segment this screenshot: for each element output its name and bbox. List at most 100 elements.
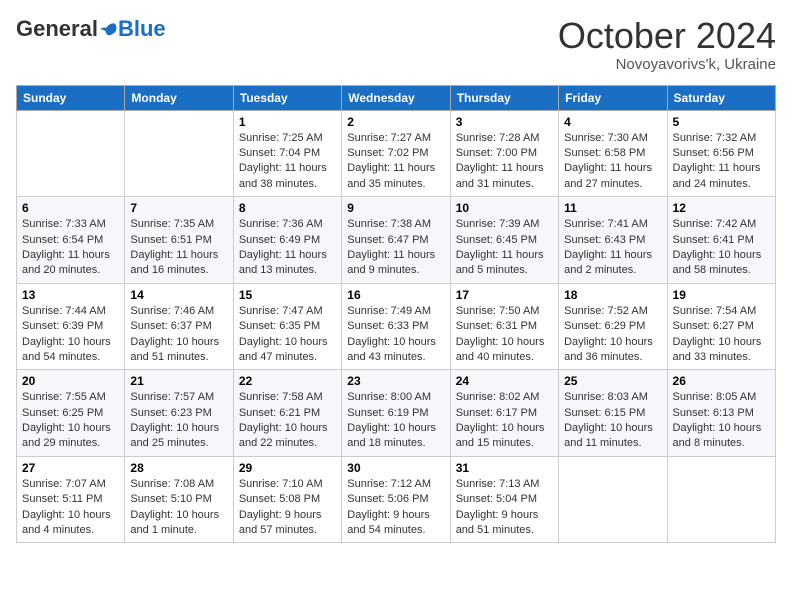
calendar-week-row: 6 Sunrise: 7:33 AMSunset: 6:54 PMDaylight… [17,197,776,284]
calendar-cell: 18Sunrise: 7:52 AMSunset: 6:29 PMDayligh… [559,283,667,370]
day-info: Sunrise: 8:03 AMSunset: 6:15 PMDaylight:… [564,390,661,452]
day-info: Sunrise: 7:36 AMSunset: 6:49 PMDaylight:… [239,217,336,279]
day-number: 11 [564,201,661,215]
day-number: 12 [673,201,770,215]
weekday-header-tuesday: Tuesday [233,85,341,110]
calendar-cell: 17 Sunrise: 7:50 AMSunset: 6:31 PMDayligh… [450,283,558,370]
month-title: October 2024 [558,16,776,56]
day-info: Sunrise: 7:58 AMSunset: 6:21 PMDaylight:… [239,390,336,452]
day-number: 28 [130,461,227,475]
day-info: Sunrise: 7:50 AMSunset: 6:31 PMDaylight:… [456,304,553,366]
calendar-week-row: 20 Sunrise: 7:55 AMSunset: 6:25 PMDayligh… [17,370,776,457]
calendar-cell: 27 Sunrise: 7:07 AMSunset: 5:11 PMDayligh… [17,456,125,543]
day-info: Sunrise: 7:28 AMSunset: 7:00 PMDaylight:… [456,131,553,193]
day-info: Sunrise: 7:57 AMSunset: 6:23 PMDaylight:… [130,390,227,452]
day-number: 7 [130,201,227,215]
calendar-cell: 28 Sunrise: 7:08 AMSunset: 5:10 PMDayligh… [125,456,233,543]
day-info: Sunrise: 7:32 AMSunset: 6:56 PMDaylight:… [673,131,770,193]
calendar-cell [559,456,667,543]
day-number: 17 [456,288,553,302]
logo-general-text: General [16,16,98,42]
day-number: 23 [347,374,444,388]
day-info: Sunrise: 7:30 AMSunset: 6:58 PMDaylight:… [564,131,661,193]
logo: General Blue [16,16,166,42]
day-number: 4 [564,115,661,129]
day-info: Sunrise: 7:12 AMSunset: 5:06 PMDaylight:… [347,477,444,539]
day-info: Sunrise: 7:13 AMSunset: 5:04 PMDaylight:… [456,477,553,539]
weekday-header-sunday: Sunday [17,85,125,110]
calendar-cell: 12 Sunrise: 7:42 AMSunset: 6:41 PMDayligh… [667,197,775,284]
calendar-cell: 11Sunrise: 7:41 AMSunset: 6:43 PMDayligh… [559,197,667,284]
day-number: 24 [456,374,553,388]
logo-bird-icon [100,20,118,38]
day-number: 2 [347,115,444,129]
day-info: Sunrise: 7:52 AMSunset: 6:29 PMDaylight:… [564,304,661,366]
page-header: General Blue October 2024 Novoyavorivs'k… [16,16,776,73]
logo-blue-text: Blue [118,16,166,42]
day-info: Sunrise: 7:35 AMSunset: 6:51 PMDaylight:… [130,217,227,279]
calendar-body: 1 Sunrise: 7:25 AMSunset: 7:04 PMDaylight… [17,110,776,543]
day-info: Sunrise: 7:07 AMSunset: 5:11 PMDaylight:… [22,477,119,539]
calendar-cell: 9 Sunrise: 7:38 AMSunset: 6:47 PMDaylight… [342,197,450,284]
day-info: Sunrise: 7:46 AMSunset: 6:37 PMDaylight:… [130,304,227,366]
day-info: Sunrise: 7:44 AMSunset: 6:39 PMDaylight:… [22,304,119,366]
calendar-table: SundayMondayTuesdayWednesdayThursdayFrid… [16,85,776,544]
weekday-header-friday: Friday [559,85,667,110]
day-number: 30 [347,461,444,475]
day-info: Sunrise: 7:39 AMSunset: 6:45 PMDaylight:… [456,217,553,279]
day-number: 14 [130,288,227,302]
calendar-cell: 7 Sunrise: 7:35 AMSunset: 6:51 PMDaylight… [125,197,233,284]
calendar-cell: 20 Sunrise: 7:55 AMSunset: 6:25 PMDayligh… [17,370,125,457]
calendar-week-row: 13Sunrise: 7:44 AMSunset: 6:39 PMDayligh… [17,283,776,370]
day-info: Sunrise: 8:02 AMSunset: 6:17 PMDaylight:… [456,390,553,452]
calendar-cell: 2 Sunrise: 7:27 AMSunset: 7:02 PMDaylight… [342,110,450,197]
day-number: 25 [564,374,661,388]
day-number: 3 [456,115,553,129]
day-number: 20 [22,374,119,388]
day-info: Sunrise: 8:00 AMSunset: 6:19 PMDaylight:… [347,390,444,452]
day-number: 19 [673,288,770,302]
day-info: Sunrise: 7:08 AMSunset: 5:10 PMDaylight:… [130,477,227,539]
calendar-cell: 29 Sunrise: 7:10 AMSunset: 5:08 PMDayligh… [233,456,341,543]
day-number: 10 [456,201,553,215]
calendar-week-row: 1 Sunrise: 7:25 AMSunset: 7:04 PMDaylight… [17,110,776,197]
calendar-cell: 19Sunrise: 7:54 AMSunset: 6:27 PMDayligh… [667,283,775,370]
weekday-header-monday: Monday [125,85,233,110]
calendar-cell: 6 Sunrise: 7:33 AMSunset: 6:54 PMDaylight… [17,197,125,284]
day-info: Sunrise: 7:47 AMSunset: 6:35 PMDaylight:… [239,304,336,366]
calendar-cell: 25 Sunrise: 8:03 AMSunset: 6:15 PMDayligh… [559,370,667,457]
day-info: Sunrise: 7:38 AMSunset: 6:47 PMDaylight:… [347,217,444,279]
calendar-cell: 21Sunrise: 7:57 AMSunset: 6:23 PMDayligh… [125,370,233,457]
day-info: Sunrise: 7:42 AMSunset: 6:41 PMDaylight:… [673,217,770,279]
title-block: October 2024 Novoyavorivs'k, Ukraine [558,16,776,73]
location-text: Novoyavorivs'k, Ukraine [558,56,776,73]
calendar-cell [125,110,233,197]
day-info: Sunrise: 7:10 AMSunset: 5:08 PMDaylight:… [239,477,336,539]
calendar-cell: 3 Sunrise: 7:28 AMSunset: 7:00 PMDaylight… [450,110,558,197]
calendar-cell: 1 Sunrise: 7:25 AMSunset: 7:04 PMDaylight… [233,110,341,197]
calendar-cell: 22 Sunrise: 7:58 AMSunset: 6:21 PMDayligh… [233,370,341,457]
day-number: 22 [239,374,336,388]
day-number: 15 [239,288,336,302]
day-number: 5 [673,115,770,129]
day-number: 29 [239,461,336,475]
calendar-cell: 8 Sunrise: 7:36 AMSunset: 6:49 PMDaylight… [233,197,341,284]
day-info: Sunrise: 8:05 AMSunset: 6:13 PMDaylight:… [673,390,770,452]
calendar-cell: 5 Sunrise: 7:32 AMSunset: 6:56 PMDaylight… [667,110,775,197]
day-number: 8 [239,201,336,215]
day-number: 9 [347,201,444,215]
weekday-header-saturday: Saturday [667,85,775,110]
calendar-cell: 14 Sunrise: 7:46 AMSunset: 6:37 PMDayligh… [125,283,233,370]
day-info: Sunrise: 7:25 AMSunset: 7:04 PMDaylight:… [239,131,336,193]
day-number: 27 [22,461,119,475]
day-number: 6 [22,201,119,215]
day-info: Sunrise: 7:49 AMSunset: 6:33 PMDaylight:… [347,304,444,366]
day-info: Sunrise: 7:27 AMSunset: 7:02 PMDaylight:… [347,131,444,193]
day-info: Sunrise: 7:33 AMSunset: 6:54 PMDaylight:… [22,217,119,279]
day-info: Sunrise: 7:55 AMSunset: 6:25 PMDaylight:… [22,390,119,452]
calendar-cell: 31Sunrise: 7:13 AMSunset: 5:04 PMDayligh… [450,456,558,543]
calendar-cell: 15 Sunrise: 7:47 AMSunset: 6:35 PMDayligh… [233,283,341,370]
calendar-cell: 30 Sunrise: 7:12 AMSunset: 5:06 PMDayligh… [342,456,450,543]
calendar-cell: 4 Sunrise: 7:30 AMSunset: 6:58 PMDaylight… [559,110,667,197]
day-number: 1 [239,115,336,129]
